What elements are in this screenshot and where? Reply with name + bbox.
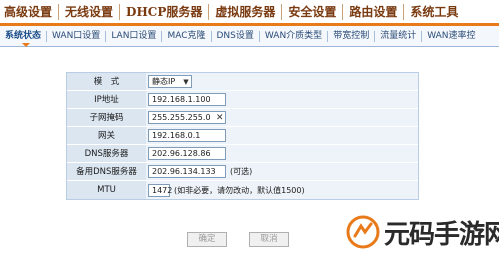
form-row-ip: IP地址 192.168.1.100: [67, 91, 418, 109]
form-row-mode: 模 式 静态IP ▼: [67, 73, 418, 91]
tab-lan-settings[interactable]: LAN口设置: [106, 26, 161, 47]
form-row-gateway: 网关 192.168.0.1: [67, 127, 418, 145]
form-row-mtu: MTU 1472 (如非必要，请勿改动，默认值1500): [67, 181, 418, 199]
ip-value-cell: 192.168.1.100: [146, 91, 418, 108]
alt-dns-value-cell: 202.96.134.133 (可选): [146, 163, 418, 180]
subnet-value-cell: 255.255.255.0 ✕: [146, 109, 418, 126]
dns-server-input[interactable]: 202.96.128.86: [148, 147, 226, 160]
alt-dns-note: (可选): [230, 167, 253, 176]
form-row-dns: DNS服务器 202.96.128.86: [67, 145, 418, 163]
nav-advanced-settings[interactable]: 高级设置: [0, 1, 56, 23]
mtu-input[interactable]: 1472: [148, 183, 172, 197]
nav-dhcp-server[interactable]: DHCP服务器: [122, 1, 206, 23]
watermark-logo-icon: [346, 215, 380, 249]
subnet-mask-value: 255.255.255.0: [152, 113, 211, 122]
confirm-button[interactable]: 确定: [187, 232, 227, 247]
nav-wireless-settings[interactable]: 无线设置: [61, 1, 117, 23]
nav-virtual-server[interactable]: 虚拟服务器: [211, 1, 279, 23]
nav-routing-settings[interactable]: 路由设置: [345, 1, 401, 23]
subnet-mask-input[interactable]: 255.255.255.0 ✕: [148, 111, 226, 124]
nav-divider: [119, 3, 121, 20]
gateway-label: 网关: [67, 127, 146, 144]
mode-value-cell: 静态IP ▼: [146, 73, 418, 90]
dns-value-cell: 202.96.128.86: [146, 145, 418, 162]
nav-divider: [403, 3, 405, 20]
sub-nav: 系统状态 WAN口设置 LAN口设置 MAC克隆 DNS设置 WAN介质类型 带…: [0, 26, 499, 47]
mode-select[interactable]: 静态IP ▼: [148, 75, 192, 88]
watermark-text: 元码手游网: [384, 220, 499, 250]
dns-label: DNS服务器: [67, 145, 146, 162]
nav-divider: [58, 3, 60, 20]
mode-label: 模 式: [67, 73, 146, 90]
tab-bandwidth-control[interactable]: 带宽控制: [328, 26, 374, 47]
active-tab-indicator: [22, 43, 30, 47]
top-nav: 高级设置 无线设置 DHCP服务器 虚拟服务器 安全设置 路由设置 系统工具: [0, 0, 499, 26]
wan-settings-form: 模 式 静态IP ▼ IP地址 192.168.1.100 子网掩码 255.2…: [66, 72, 419, 200]
alt-dns-server-input[interactable]: 202.96.134.133: [148, 165, 226, 178]
form-row-subnet: 子网掩码 255.255.255.0 ✕: [67, 109, 418, 127]
tab-wan-rate-control[interactable]: WAN速率控: [422, 26, 480, 47]
nav-system-tools[interactable]: 系统工具: [406, 1, 462, 23]
nav-divider: [208, 3, 210, 20]
nav-divider: [281, 3, 283, 20]
form-row-alt-dns: 备用DNS服务器 202.96.134.133 (可选): [67, 163, 418, 181]
ip-label: IP地址: [67, 91, 146, 108]
gateway-value-cell: 192.168.0.1: [146, 127, 418, 144]
gateway-input[interactable]: 192.168.0.1: [148, 129, 226, 142]
mtu-note: (如非必要，请勿改动，默认值1500): [174, 185, 305, 195]
subnet-label: 子网掩码: [67, 109, 146, 126]
mtu-label: MTU: [67, 181, 146, 199]
tab-mac-clone[interactable]: MAC克隆: [162, 26, 210, 47]
clear-icon[interactable]: ✕: [215, 112, 225, 123]
alt-dns-label: 备用DNS服务器: [67, 163, 146, 180]
tab-traffic-stats[interactable]: 流量统计: [375, 26, 421, 47]
tab-wan-settings[interactable]: WAN口设置: [47, 26, 105, 47]
cancel-button[interactable]: 取消: [249, 232, 289, 247]
nav-security-settings[interactable]: 安全设置: [284, 1, 340, 23]
tab-wan-media-type[interactable]: WAN介质类型: [260, 26, 327, 47]
mode-selected-value: 静态IP: [152, 77, 176, 86]
chevron-down-icon: ▼: [183, 77, 189, 86]
nav-divider: [342, 3, 344, 20]
ip-address-input[interactable]: 192.168.1.100: [148, 93, 226, 106]
tab-dns-settings[interactable]: DNS设置: [212, 26, 259, 47]
mtu-value-cell: 1472 (如非必要，请勿改动，默认值1500): [146, 181, 418, 199]
